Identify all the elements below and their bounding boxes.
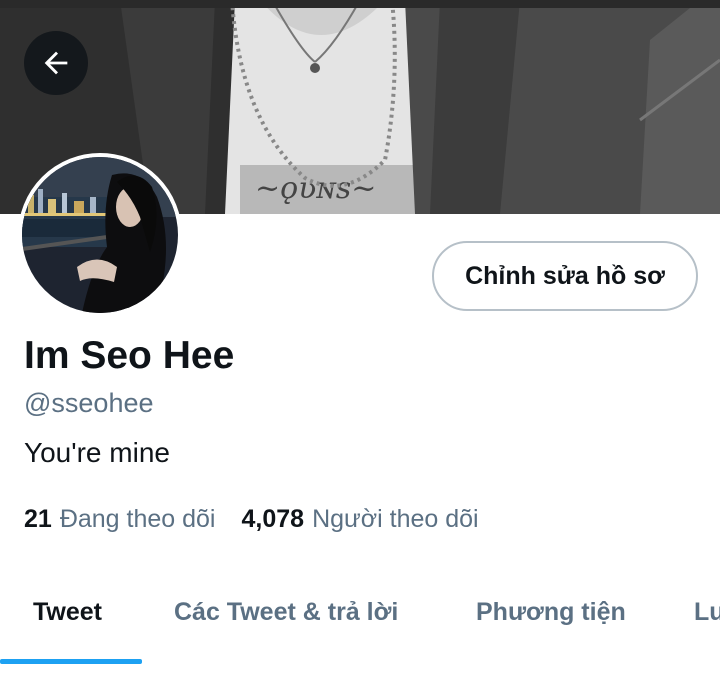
edit-profile-label: Chỉnh sửa hồ sơ xyxy=(465,261,665,290)
tab-likes[interactable]: Lư xyxy=(694,598,720,627)
profile-bio: You're mine xyxy=(24,437,170,468)
followers-link[interactable]: 4,078 Người theo dõi xyxy=(242,505,479,534)
back-button[interactable] xyxy=(24,31,88,95)
active-tab-indicator xyxy=(0,659,142,664)
edit-profile-button[interactable]: Chỉnh sửa hồ sơ xyxy=(432,241,698,311)
arrow-left-icon xyxy=(44,51,68,75)
profile-tabs: Tweet Các Tweet & trả lời Phương tiện Lư xyxy=(0,570,720,682)
followers-count: 4,078 xyxy=(241,505,305,533)
profile-name: Im Seo Hee xyxy=(24,334,235,377)
profile-stats: 21 Đang theo dõi 4,078 Người theo dõi xyxy=(24,505,479,534)
avatar[interactable] xyxy=(18,153,182,317)
profile-handle: @sseohee xyxy=(24,388,154,418)
following-link[interactable]: 21 Đang theo dõi xyxy=(24,505,216,534)
avatar-photo xyxy=(22,157,178,313)
following-count: 21 xyxy=(24,505,52,533)
following-label: Đang theo dõi xyxy=(59,505,216,533)
tab-tweets-and-replies[interactable]: Các Tweet & trả lời xyxy=(174,598,398,627)
tab-tweets[interactable]: Tweet xyxy=(33,598,102,627)
svg-text:~ǫʋɴѕ~: ~ǫʋɴѕ~ xyxy=(255,171,376,206)
followers-label: Người theo dõi xyxy=(312,505,479,533)
tab-media[interactable]: Phương tiện xyxy=(476,598,626,627)
